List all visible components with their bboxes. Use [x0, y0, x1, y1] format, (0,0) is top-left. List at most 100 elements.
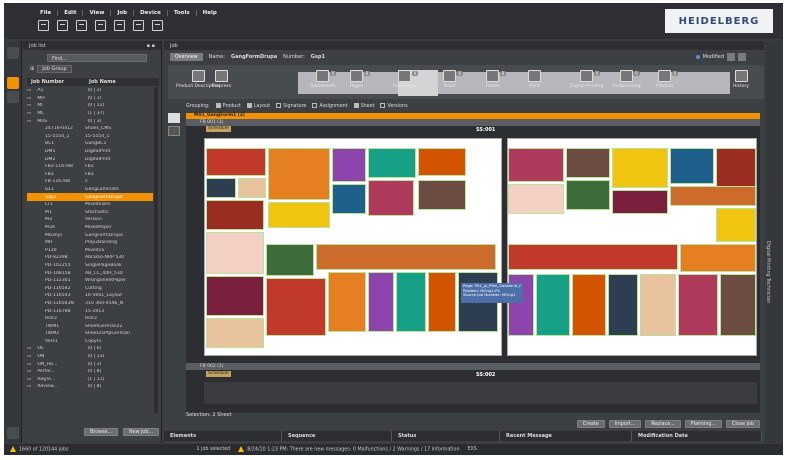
page-thumbnail[interactable]	[206, 276, 264, 316]
job-row[interactable]: M3 Version	[27, 216, 153, 224]
replace-button[interactable]: Replace...	[645, 420, 681, 428]
page-thumbnail[interactable]	[716, 148, 756, 188]
job-row[interactable]: Gsp1 GangFormDrupa	[27, 193, 153, 201]
save-job-icon[interactable]	[727, 53, 735, 61]
sheet-row-1[interactable]: FB 001 (1)	[186, 119, 760, 126]
job-row[interactable]: M3X MixedPaper	[27, 224, 153, 232]
jobs-icon[interactable]	[7, 77, 19, 89]
workflow-step-digital-printing[interactable]: 0 Digital Printing	[570, 70, 603, 94]
page-thumbnail[interactable]	[508, 184, 564, 214]
job-row[interactable]: FB3 FB3	[27, 171, 153, 179]
workflow-step-pages[interactable]: 0 Pages	[350, 70, 371, 94]
page-thumbnail[interactable]	[332, 184, 366, 214]
page-thumbnail[interactable]	[206, 318, 264, 348]
option-layout[interactable]: Layout	[246, 103, 270, 109]
job-row[interactable]: 15-5554_1 15-5554_1	[27, 133, 153, 141]
page-thumbnail[interactable]	[328, 272, 366, 332]
job-folder-row[interactable]: ▭ MoS (0 | 3)	[27, 117, 153, 125]
workflow-step-proof[interactable]: 0 Proof	[443, 70, 463, 94]
planning-button[interactable]: Planning...	[684, 420, 722, 428]
page-thumbnail[interactable]	[368, 148, 416, 178]
col-elements[interactable]: Elements	[164, 431, 282, 441]
menu-tools[interactable]: Tools	[168, 10, 197, 16]
menu-file[interactable]: File	[34, 10, 59, 16]
page-thumbnail[interactable]	[612, 190, 668, 214]
page-thumbnail[interactable]	[266, 278, 326, 336]
page-thumbnail[interactable]	[608, 274, 638, 336]
job-folder-row[interactable]: ▭ ML (1 | 37)	[27, 110, 153, 118]
option-sheet[interactable]: Sheet	[353, 103, 374, 109]
page-thumbnail[interactable]	[238, 178, 266, 198]
menu-help[interactable]: Help	[197, 10, 223, 16]
page-thumbnail[interactable]	[720, 274, 756, 336]
job-folder-row[interactable]: ▭ Review... (0 | 8)	[27, 383, 153, 391]
job-row[interactable]: PD-108158 AB_CC_40H_530	[27, 269, 153, 277]
job-row[interactable]: 24716-0412 Shoes_CMS	[27, 125, 153, 133]
workflow-step-documents[interactable]: 0 Documents	[310, 70, 337, 94]
menu-device[interactable]: Device	[134, 10, 168, 16]
monitor-icon[interactable]	[152, 20, 163, 31]
menu-job[interactable]: Job	[111, 10, 135, 16]
page-thumbnail[interactable]	[266, 244, 314, 276]
page-thumbnail[interactable]	[396, 272, 426, 332]
device-icon[interactable]	[95, 20, 106, 31]
page-thumbnail[interactable]	[508, 148, 564, 182]
job-row[interactable]: DM2 DigitalPrint	[27, 155, 153, 163]
page-thumbnail[interactable]	[612, 148, 668, 188]
page-thumbnail[interactable]	[418, 148, 466, 176]
page-thumbnail[interactable]	[368, 180, 414, 216]
job-row[interactable]: PD-82398 Abradio-NRP 530	[27, 254, 153, 262]
col-modification-date[interactable]: Modification Date	[632, 431, 762, 441]
new-job-button[interactable]: New Job...	[123, 428, 159, 436]
settings-icon[interactable]	[7, 427, 19, 439]
col-job-name[interactable]: Job Name	[85, 78, 120, 86]
sheet-row-2[interactable]: FB 002 (1)	[186, 363, 760, 370]
job-row[interactable]: PD-102255 SinglePageBook	[27, 262, 153, 270]
page-thumbnail[interactable]	[428, 272, 456, 332]
job-folder-row[interactable]: ▭ Perfor... (0 | 8)	[27, 368, 153, 376]
job-row[interactable]: PD-116542 Cutting	[27, 284, 153, 292]
job-row[interactable]: FB2-116788 FB2	[27, 163, 153, 171]
workflow-step-print[interactable]: Print	[528, 70, 541, 94]
job-folder-row[interactable]: ▭ ON (0 | 13)	[27, 353, 153, 361]
page-thumbnail[interactable]	[536, 274, 570, 336]
job-row[interactable]: Vers1 CopyFL	[27, 338, 153, 346]
page-thumbnail[interactable]	[206, 148, 266, 176]
job-row[interactable]: LT1 MixedSizes	[27, 201, 153, 209]
option-assignment[interactable]: Assignment	[312, 103, 348, 109]
job-folder-row[interactable]: ▭ MI (0 | 12)	[27, 102, 153, 110]
page-thumbnail[interactable]	[206, 178, 236, 198]
job-row[interactable]: test3 test3	[27, 315, 153, 323]
page-thumbnail[interactable]	[678, 274, 718, 336]
job-row[interactable]: GL1 GangLaminate	[27, 186, 153, 194]
option-product[interactable]: Product	[215, 103, 241, 109]
col-recent-message[interactable]: Recent Message	[500, 431, 632, 441]
browse-button[interactable]: Browse...	[83, 428, 119, 436]
page-thumbnail[interactable]	[572, 274, 606, 336]
print-icon[interactable]	[57, 20, 68, 31]
job-folder-row[interactable]: ▭ A1 (0 | 2)	[27, 87, 153, 95]
save-icon[interactable]	[38, 20, 49, 31]
page-thumbnail[interactable]	[268, 148, 330, 200]
page-thumbnail[interactable]	[566, 180, 610, 210]
option-versions[interactable]: Versions	[380, 103, 408, 109]
option-signature[interactable]: Signature	[276, 103, 306, 109]
job-folder-row[interactable]: ▭ ON_He... (0 | 3)	[27, 360, 153, 368]
job-list-scrollbar[interactable]	[154, 87, 158, 413]
thumbnail-view-icon[interactable]	[168, 113, 180, 123]
close-job-button[interactable]: Close Job	[726, 420, 760, 428]
workflow-step-plates[interactable]: 0 Plates	[486, 70, 507, 94]
job-row[interactable]: BC1 GangBC1	[27, 140, 153, 148]
job-row[interactable]: PD-116543N 310 360-4546_N	[27, 300, 153, 308]
overview-tab[interactable]: Overview	[170, 53, 203, 61]
workflow-step-postpressing[interactable]: 0 Postpressing	[612, 70, 640, 94]
collapse-icon[interactable]	[7, 47, 19, 59]
page-thumbnail[interactable]	[268, 202, 330, 228]
page-thumbnail[interactable]	[680, 244, 756, 272]
workflow-step-prepress[interactable]: Prepress	[212, 70, 231, 94]
job-icon[interactable]	[76, 20, 87, 31]
job-folder-row[interactable]: ▭ OE (0 | 6)	[27, 345, 153, 353]
page-thumbnail[interactable]	[206, 200, 264, 230]
workflow-step-product[interactable]: 0 Product	[656, 70, 679, 94]
page-thumbnail[interactable]	[716, 208, 756, 242]
